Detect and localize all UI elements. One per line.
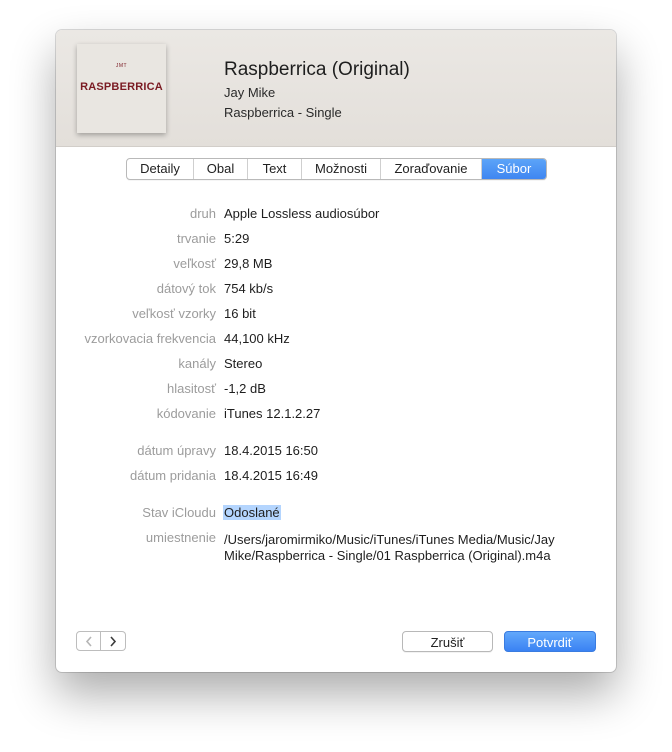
tab-detaily[interactable]: Detaily bbox=[127, 159, 194, 179]
field-label: trvanie bbox=[176, 231, 216, 246]
field-row-vzorkovacia-frekvencia: vzorkovacia frekvencia 44,100 kHz bbox=[56, 331, 616, 349]
field-value: -1,2 dB bbox=[224, 381, 266, 396]
tab-obal[interactable]: Obal bbox=[194, 159, 248, 179]
artwork-label-small: JMT bbox=[115, 63, 128, 69]
field-value: 754 kb/s bbox=[224, 281, 274, 296]
field-row-velkost-vzorky: veľkosť vzorky 16 bit bbox=[56, 306, 616, 324]
tab-subor[interactable]: Súbor bbox=[482, 159, 546, 179]
next-item-button[interactable] bbox=[101, 631, 126, 651]
tab-bar: Detaily Obal Text Možnosti Zoraďovanie S… bbox=[126, 158, 547, 180]
song-info-dialog: JMT RASPBERRICA Raspberrica (Original) J… bbox=[56, 30, 616, 672]
location-line: Mike/Raspberrica - Single/01 Raspberrica… bbox=[224, 548, 551, 563]
album-artwork: JMT RASPBERRICA bbox=[77, 44, 166, 133]
field-label: dátový tok bbox=[156, 281, 216, 296]
field-label: dátum úpravy bbox=[137, 443, 216, 458]
field-label: veľkosť vzorky bbox=[132, 306, 216, 321]
song-title: Raspberrica (Original) bbox=[224, 59, 410, 80]
field-value: 29,8 MB bbox=[224, 256, 273, 271]
previous-item-button[interactable] bbox=[76, 631, 101, 651]
field-value: iTunes 12.1.2.27 bbox=[224, 406, 321, 421]
artwork-label-title: RASPBERRICA bbox=[80, 81, 163, 93]
location-line: /Users/jaromirmiko/Music/iTunes/iTunes M… bbox=[224, 532, 555, 547]
chevron-right-icon bbox=[110, 636, 117, 647]
field-value[interactable]: Odoslané bbox=[223, 505, 281, 520]
chevron-left-icon bbox=[85, 636, 92, 647]
icloud-status-selected-text[interactable]: Odoslané bbox=[223, 505, 281, 520]
field-value: 44,100 kHz bbox=[224, 331, 290, 346]
field-label: umiestnenie bbox=[145, 530, 216, 545]
tab-text[interactable]: Text bbox=[248, 159, 302, 179]
song-artist: Jay Mike bbox=[224, 85, 276, 100]
field-row-hlasitost: hlasitosť -1,2 dB bbox=[56, 381, 616, 399]
field-row-datum-upravy: dátum úpravy 18.4.2015 16:50 bbox=[56, 443, 616, 461]
field-row-trvanie: trvanie 5:29 bbox=[56, 231, 616, 249]
field-row-icloud-status: Stav iCloudu Odoslané bbox=[56, 505, 616, 523]
file-location-path[interactable]: /Users/jaromirmiko/Music/iTunes/iTunes M… bbox=[224, 532, 564, 564]
field-value: 18.4.2015 16:50 bbox=[224, 443, 318, 458]
field-label: kanály bbox=[178, 356, 216, 371]
field-row-velkost: veľkosť 29,8 MB bbox=[56, 256, 616, 274]
field-value: 5:29 bbox=[224, 231, 250, 246]
field-label: dátum pridania bbox=[130, 468, 216, 483]
confirm-button[interactable]: Potvrdiť bbox=[504, 631, 596, 652]
field-row-datum-pridania: dátum pridania 18.4.2015 16:49 bbox=[56, 468, 616, 486]
field-row-datovy-tok: dátový tok 754 kb/s bbox=[56, 281, 616, 299]
dialog-header: JMT RASPBERRICA Raspberrica (Original) J… bbox=[56, 30, 616, 147]
field-row-kodovanie: kódovanie iTunes 12.1.2.27 bbox=[56, 406, 616, 424]
field-value: Apple Lossless audiosúbor bbox=[224, 206, 380, 221]
field-label: Stav iCloudu bbox=[142, 505, 216, 520]
field-row-druh: druh Apple Lossless audiosúbor bbox=[56, 206, 616, 224]
cancel-button[interactable]: Zrušiť bbox=[402, 631, 493, 652]
field-value: 16 bit bbox=[224, 306, 256, 321]
field-label: kódovanie bbox=[156, 406, 216, 421]
field-label: druh bbox=[189, 206, 216, 221]
field-value: 18.4.2015 16:49 bbox=[224, 468, 318, 483]
stage: JMT RASPBERRICA Raspberrica (Original) J… bbox=[0, 0, 672, 752]
prev-next-nav bbox=[76, 631, 127, 651]
field-label: vzorkovacia frekvencia bbox=[84, 331, 217, 346]
song-album: Raspberrica - Single bbox=[224, 105, 342, 120]
tab-zoradovanie[interactable]: Zoraďovanie bbox=[381, 159, 482, 179]
field-label: veľkosť bbox=[173, 256, 216, 271]
field-value: Stereo bbox=[224, 356, 263, 371]
field-row-kanaly: kanály Stereo bbox=[56, 356, 616, 374]
tab-moznosti[interactable]: Možnosti bbox=[302, 159, 381, 179]
field-label: hlasitosť bbox=[167, 381, 216, 396]
